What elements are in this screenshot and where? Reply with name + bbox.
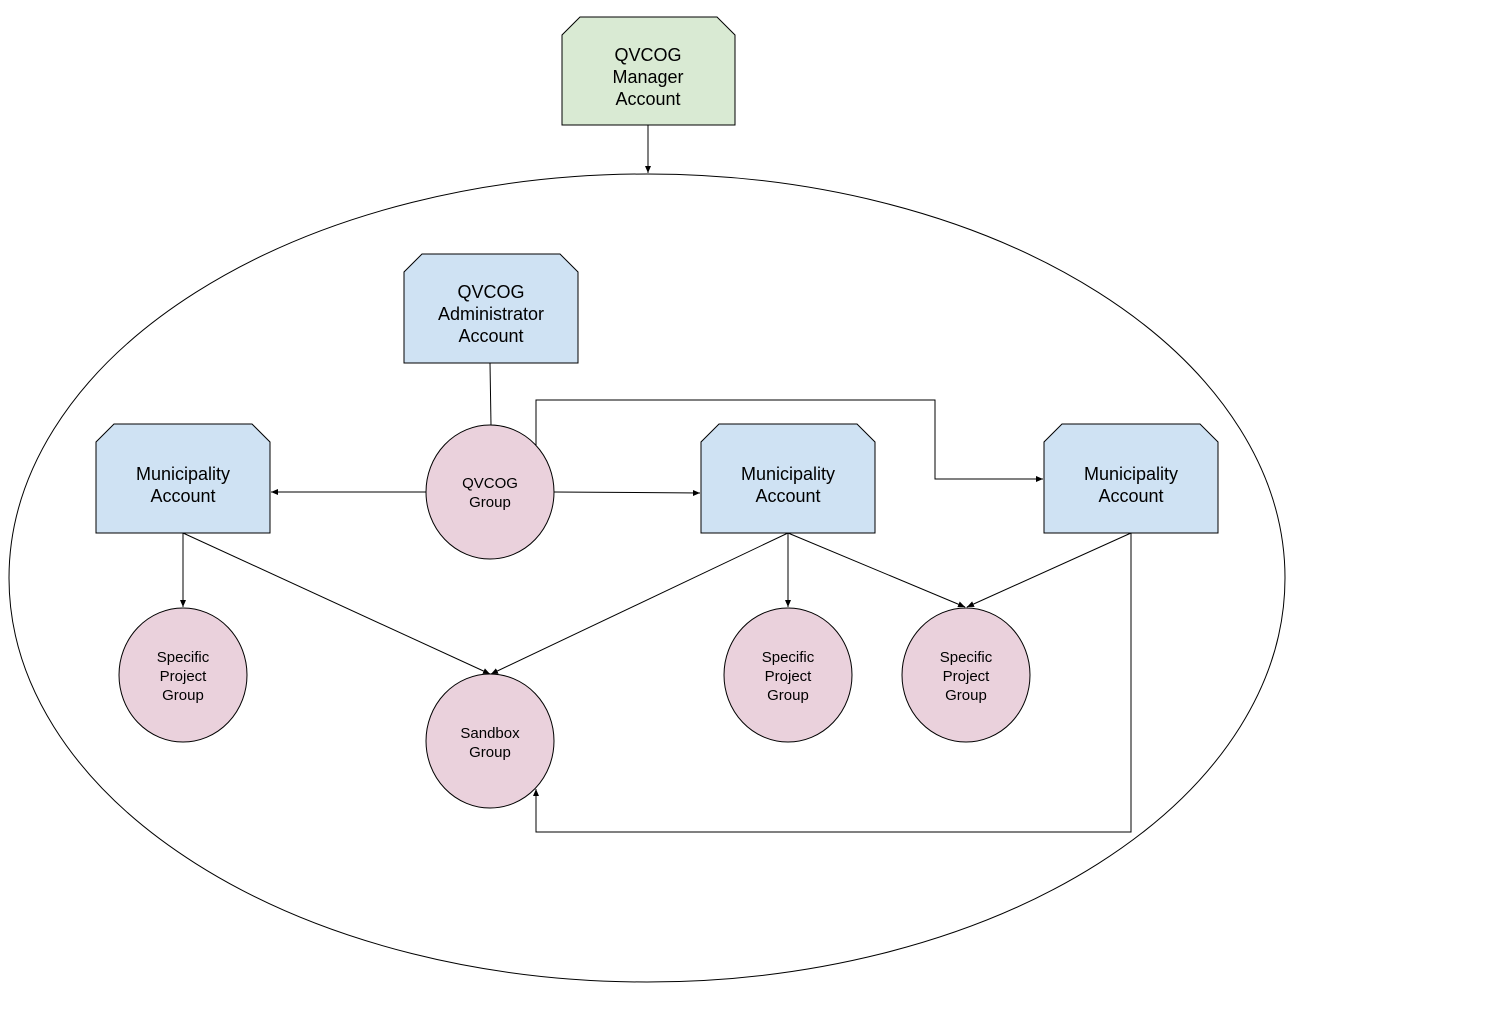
svg-text:Account: Account [755,486,820,506]
svg-text:Account: Account [150,486,215,506]
edge-muni2-specific3 [787,532,966,608]
svg-text:Municipality: Municipality [136,464,230,484]
node-specific-project-group-3[interactable]: Specific Project Group [901,607,1031,743]
label: Project [943,668,991,685]
account-hierarchy-diagram: QVCOG Manager Account QVCOG Administrato… [8,16,1286,983]
svg-text:Account: Account [458,326,523,346]
node-municipality-account-2[interactable]: Municipality Account [700,423,876,534]
svg-text:Specific: Specific [157,649,210,666]
label: Municipality [1084,464,1178,484]
edge-admin-qvcog-group [489,362,492,426]
organization-boundary-ellipse [8,173,1286,983]
svg-text:QVCOG: QVCOG [462,475,518,492]
node-specific-project-group-1[interactable]: Specific Project Group [118,607,248,743]
label: Account [150,486,215,506]
label: Account [755,486,820,506]
svg-text:Account: Account [615,89,680,109]
label: Account [1098,486,1163,506]
svg-text:Specific: Specific [762,649,815,666]
label: Group [469,494,511,511]
label: QVCOG [614,45,681,65]
svg-text:Group: Group [469,494,511,511]
label: Specific [157,649,210,666]
svg-text:Account: Account [1098,486,1163,506]
label: Group [469,744,511,761]
label: Project [765,668,813,685]
svg-text:Municipality: Municipality [741,464,835,484]
label: Municipality [136,464,230,484]
label: Specific [940,649,993,666]
node-municipality-account-3[interactable]: Municipality Account [1043,423,1219,534]
node-municipality-account-1[interactable]: Municipality Account [95,423,271,534]
svg-text:Sandbox: Sandbox [460,725,520,742]
label: Administrator [438,304,544,324]
svg-text:Specific: Specific [940,649,993,666]
label: Sandbox [460,725,520,742]
edge-group-muni2 [553,489,701,496]
svg-text:QVCOG: QVCOG [614,45,681,65]
label: QVCOG [457,282,524,302]
svg-text:Project: Project [160,668,208,685]
node-sandbox-group[interactable]: Sandbox Group [425,673,555,809]
svg-text:Group: Group [162,687,204,704]
label: Group [162,687,204,704]
label: Group [945,687,987,704]
node-manager-account[interactable]: QVCOG Manager Account [561,16,736,126]
edge-muni3-specific3 [966,532,1132,608]
node-qvcog-group[interactable]: QVCOG Group [425,424,555,560]
svg-text:Group: Group [469,744,511,761]
svg-text:Municipality: Municipality [1084,464,1178,484]
label: Project [160,668,208,685]
label: Account [615,89,680,109]
svg-text:Administrator: Administrator [438,304,544,324]
node-specific-project-group-2[interactable]: Specific Project Group [723,607,853,743]
label: Account [458,326,523,346]
svg-text:Project: Project [765,668,813,685]
svg-text:Group: Group [945,687,987,704]
group-circle [425,424,555,560]
svg-text:Project: Project [943,668,991,685]
svg-text:Manager: Manager [612,67,683,87]
label: Group [767,687,809,704]
label: QVCOG [462,475,518,492]
svg-text:QVCOG: QVCOG [457,282,524,302]
label: Manager [612,67,683,87]
svg-text:Group: Group [767,687,809,704]
label: Specific [762,649,815,666]
label: Municipality [741,464,835,484]
node-admin-account[interactable]: QVCOG Administrator Account [403,253,579,364]
